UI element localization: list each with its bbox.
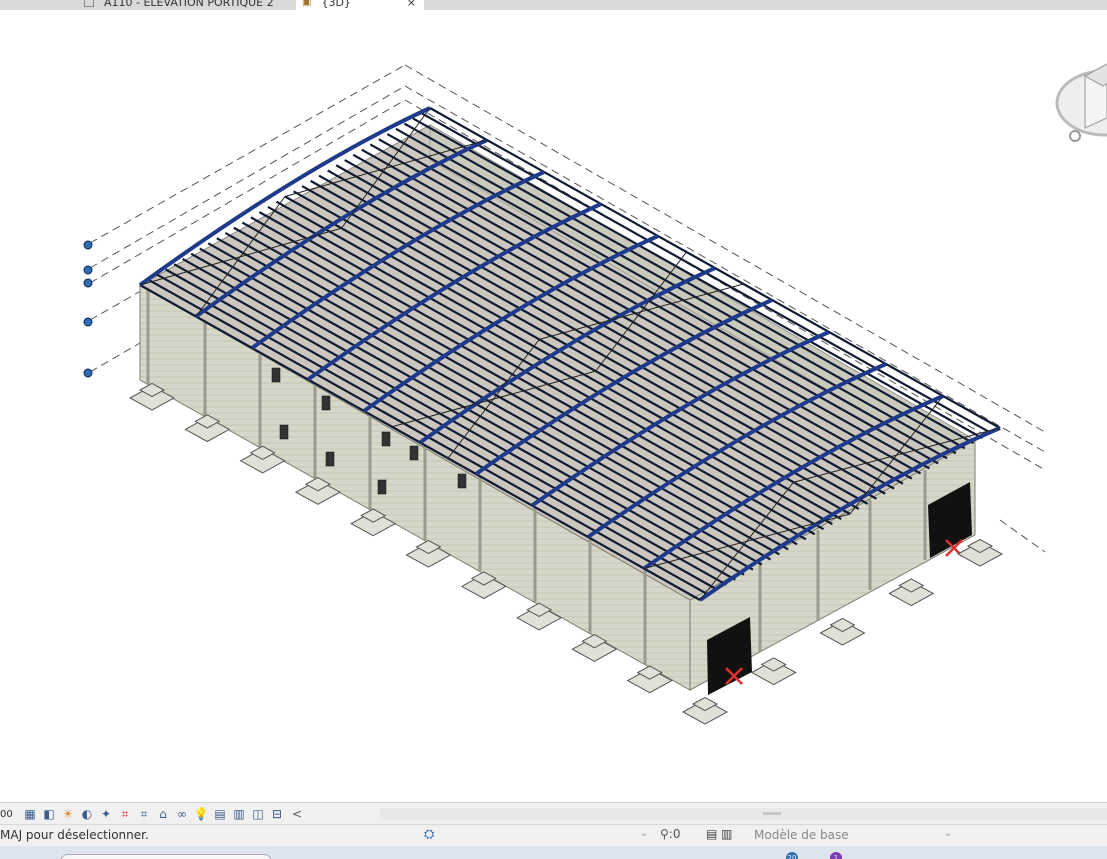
- view-cube-icon[interactable]: [1055, 58, 1107, 150]
- horizontal-scrollbar[interactable]: [380, 808, 1107, 820]
- view-scale[interactable]: 00: [0, 809, 22, 820]
- footing: [750, 657, 797, 686]
- visual-style-icon[interactable]: ◧: [41, 806, 57, 822]
- selection-count-value: :0: [668, 827, 681, 841]
- footing: [956, 538, 1004, 567]
- worksharing-icon[interactable]: ▤: [212, 806, 228, 822]
- schedule-icon[interactable]: ▤ ▥: [706, 827, 733, 841]
- footing: [681, 696, 729, 725]
- taskbar-search[interactable]: [60, 854, 272, 859]
- sun-path-icon[interactable]: ☀: [60, 806, 76, 822]
- chevron-down-icon[interactable]: ⌄: [944, 828, 952, 839]
- render-icon[interactable]: ✦: [98, 806, 114, 822]
- elevation-view-icon: [84, 0, 94, 7]
- building-3d-model: [83, 64, 1046, 725]
- level-marker-icon: [83, 368, 93, 378]
- os-taskbar: 20 1: [0, 846, 1107, 859]
- reveal-constraints-icon[interactable]: ⊟: [269, 806, 285, 822]
- selection-count[interactable]: ⚲:0: [660, 827, 680, 841]
- reveal-hidden-icon[interactable]: 💡: [193, 806, 209, 822]
- highlight-displacement-icon[interactable]: ◫: [250, 806, 266, 822]
- view-control-bar: 00 ▦ ◧ ☀ ◐ ✦ ⌗ ⌗ ⌂ ∞ 💡 ▤ ▥ ◫ ⊟ <: [0, 802, 1107, 825]
- design-options-icon[interactable]: ▥: [231, 806, 247, 822]
- tab-label: A110 - ELEVATION PORTIQUE 2: [104, 0, 274, 9]
- view-tab-bar: A110 - ELEVATION PORTIQUE 2 ▣ {3D} ×: [0, 0, 1107, 10]
- status-bar: MAJ pour déselectionner. ⛭ ⌄ ⚲:0 ▤ ▥ Mod…: [0, 824, 1107, 847]
- close-icon[interactable]: ×: [407, 0, 416, 9]
- model-dropdown[interactable]: Modèle de base: [754, 828, 849, 842]
- collapse-icon[interactable]: <: [292, 807, 302, 821]
- tab-label: {3D}: [321, 0, 351, 9]
- crop-view-icon[interactable]: ⌗: [117, 806, 133, 822]
- 3d-view-icon: ▣: [302, 0, 312, 8]
- notification-badge: 20: [786, 852, 798, 859]
- detail-level-icon[interactable]: ▦: [22, 806, 38, 822]
- tab-elevation-portique-2[interactable]: A110 - ELEVATION PORTIQUE 2: [84, 0, 294, 10]
- filter-icon: ⚲: [660, 827, 669, 841]
- scroll-thumb[interactable]: [763, 812, 781, 815]
- notification-badge: 1: [830, 852, 842, 859]
- unlock-3d-icon[interactable]: ⌂: [155, 806, 171, 822]
- worksets-icon[interactable]: ⛭: [424, 827, 434, 842]
- temporary-hide-icon[interactable]: ∞: [174, 806, 190, 822]
- level-marker-icon: [83, 317, 93, 327]
- chevron-down-icon[interactable]: ⌄: [640, 828, 648, 839]
- show-crop-icon[interactable]: ⌗: [136, 806, 152, 822]
- footing: [819, 617, 866, 646]
- status-message: MAJ pour déselectionner.: [0, 828, 149, 842]
- level-marker-icon: [83, 265, 93, 275]
- level-marker-icon: [83, 278, 93, 288]
- shadows-icon[interactable]: ◐: [79, 806, 95, 822]
- tab-3d-view[interactable]: ▣ {3D} ×: [296, 0, 424, 10]
- 3d-viewport[interactable]: [0, 10, 1107, 802]
- footing: [888, 578, 935, 607]
- level-marker-icon: [83, 240, 93, 250]
